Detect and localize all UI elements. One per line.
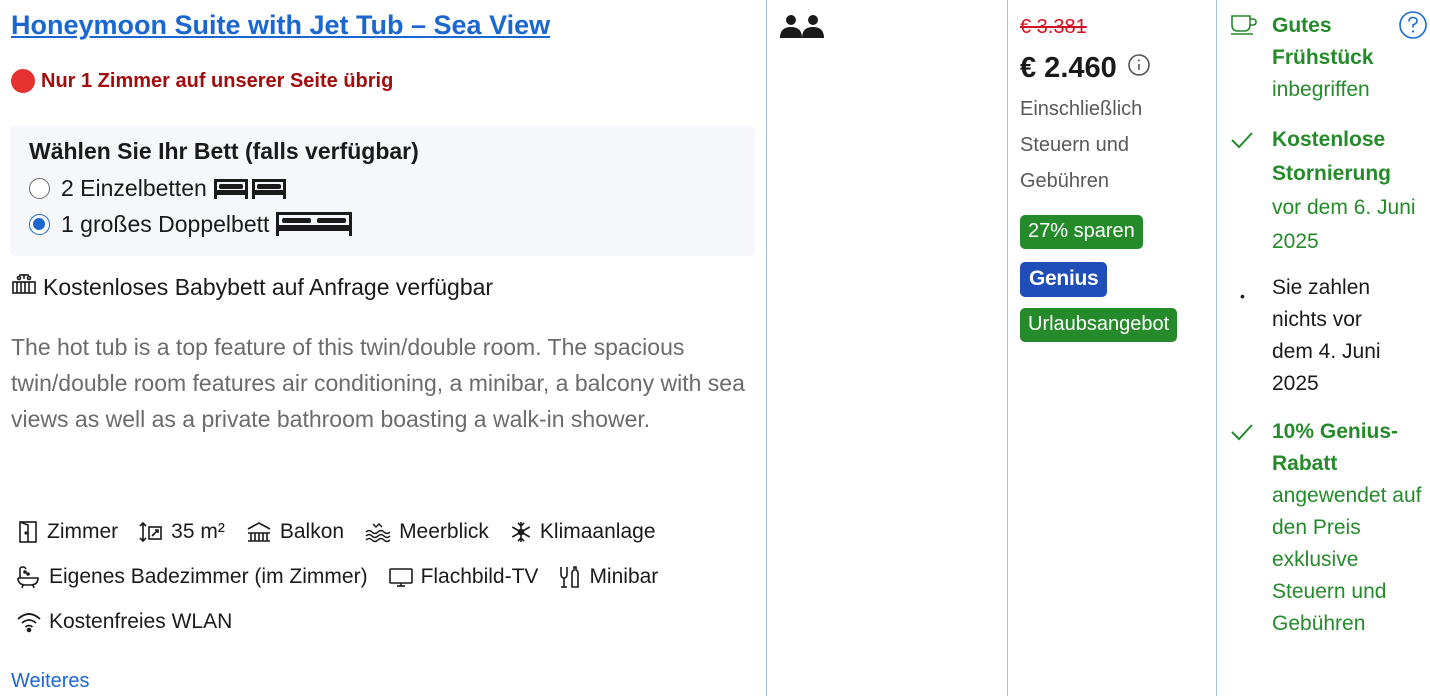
bed-heading: Wählen Sie Ihr Bett (falls verfügbar) xyxy=(29,138,419,164)
choices-column: Gutes Frühstück inbegriffen Kostenlose S… xyxy=(1216,0,1430,696)
facility-label: Klimaanlage xyxy=(539,520,656,543)
current-price: € 2.460 xyxy=(1020,52,1151,85)
facility-row: Kostenfreies WLAN xyxy=(16,610,252,634)
room-size-icon xyxy=(139,521,162,543)
bullet-icon: • xyxy=(1240,288,1245,304)
radio-twin-beds[interactable] xyxy=(29,178,50,199)
tax-note: Einschließlich Steuern und Gebühren xyxy=(1020,98,1143,192)
price-column: € 3.381 € 2.460 Einschließlich Steuern u… xyxy=(1007,0,1216,696)
radio-double-bed[interactable] xyxy=(29,213,50,235)
door-icon xyxy=(19,521,37,543)
facility-item: Balkon xyxy=(245,520,344,544)
cancellation-title: Kostenlose Stornierung xyxy=(1272,128,1391,185)
genius-discount-title: 10% Genius-Rabatt xyxy=(1272,420,1399,475)
bed-option-label: 1 großes Doppelbett xyxy=(61,210,270,237)
bed-option-label: 2 Einzelbetten xyxy=(61,175,207,201)
cancellation-detail: vor dem 6. Juni 2025 xyxy=(1272,196,1416,253)
two-persons-icon xyxy=(779,14,825,45)
current-price-value: € 2.460 xyxy=(1020,52,1117,84)
free-cancellation-info: Kostenlose Stornierung vor dem 6. Juni 2… xyxy=(1272,123,1422,259)
vacation-deal-badge: Urlaubsangebot xyxy=(1020,308,1178,342)
facility-item: Minibar xyxy=(558,565,658,589)
facility-label: 35 m² xyxy=(171,520,225,543)
facility-item: Eigenes Badezimmer (im Zimmer) xyxy=(16,565,368,589)
red-dot-icon xyxy=(11,69,35,93)
minibar-icon xyxy=(560,566,580,588)
checkmark-icon xyxy=(1229,128,1255,157)
facility-item: Zimmer xyxy=(16,520,118,544)
double-bed-icon xyxy=(275,210,353,238)
urgency-text: Nur 1 Zimmer auf unserer Seite übrig xyxy=(41,69,394,92)
more-facilities-link[interactable]: Weiteres xyxy=(11,670,90,693)
room-column: Honeymoon Suite with Jet Tub – Sea View … xyxy=(0,0,766,696)
single-bed-icon xyxy=(213,177,289,201)
facility-label: Flachbild-TV xyxy=(420,565,539,588)
info-icon[interactable] xyxy=(1127,52,1151,85)
coffee-cup-icon xyxy=(1229,12,1259,41)
facility-item: Meerblick xyxy=(364,520,489,544)
crib-text: Kostenloses Babybett auf Anfrage verfügb… xyxy=(43,273,494,300)
bathtub-icon xyxy=(17,566,39,589)
room-description: The hot tub is a top feature of this twi… xyxy=(11,334,745,432)
facility-label: Zimmer xyxy=(47,520,119,543)
bed-option-twin[interactable]: 2 Einzelbetten xyxy=(29,175,289,202)
urgency-message: Nur 1 Zimmer auf unserer Seite übrig xyxy=(11,69,393,93)
room-title-link[interactable]: Honeymoon Suite with Jet Tub – Sea View xyxy=(11,10,550,41)
checkmark-icon xyxy=(1229,420,1255,449)
facility-label: Kostenfreies WLAN xyxy=(49,610,233,633)
original-price: € 3.381 xyxy=(1020,16,1087,38)
facility-label: Balkon xyxy=(279,520,345,543)
genius-discount-info: 10% Genius-Rabatt angewendet auf den Pre… xyxy=(1272,416,1422,640)
facility-item: Flachbild-TV xyxy=(388,565,539,589)
facility-item: Kostenfreies WLAN xyxy=(16,610,232,634)
facility-item: Klimaanlage xyxy=(509,520,656,544)
pay-later-info: Sie zahlen nichts vor dem 4. Juni 2025 xyxy=(1272,276,1381,395)
tv-icon xyxy=(388,568,413,587)
genius-badge: Genius xyxy=(1020,262,1108,297)
breakfast-title: Gutes Frühstück xyxy=(1272,14,1374,69)
bed-preference-box: Wählen Sie Ihr Bett (falls verfügbar) 2 … xyxy=(10,126,755,256)
facility-item: 35 m² xyxy=(138,520,225,544)
wifi-icon xyxy=(17,613,41,633)
facility-row: Eigenes Badezimmer (im Zimmer) Flachbild… xyxy=(16,565,678,589)
facility-label: Meerblick xyxy=(399,520,489,543)
facility-label: Eigenes Badezimmer (im Zimmer) xyxy=(49,565,368,588)
breakfast-detail: inbegriffen xyxy=(1272,78,1370,101)
breakfast-info: Gutes Frühstück inbegriffen xyxy=(1272,10,1422,106)
snowflake-icon xyxy=(511,522,531,542)
bed-option-double[interactable]: 1 großes Doppelbett xyxy=(29,210,353,238)
facility-label: Minibar xyxy=(589,565,659,588)
genius-discount-detail: angewendet auf den Preis exklusive Steue… xyxy=(1272,484,1422,635)
sea-view-icon xyxy=(365,522,391,543)
savings-badge: 27% sparen xyxy=(1020,215,1143,249)
crib-icon xyxy=(11,272,43,302)
balcony-icon xyxy=(247,522,271,542)
baby-crib-info: Kostenloses Babybett auf Anfrage verfügb… xyxy=(11,272,493,302)
guests-column xyxy=(766,0,1007,696)
facility-row: Zimmer 35 m² Balkon Meerblick Klimaanlag… xyxy=(16,520,676,544)
